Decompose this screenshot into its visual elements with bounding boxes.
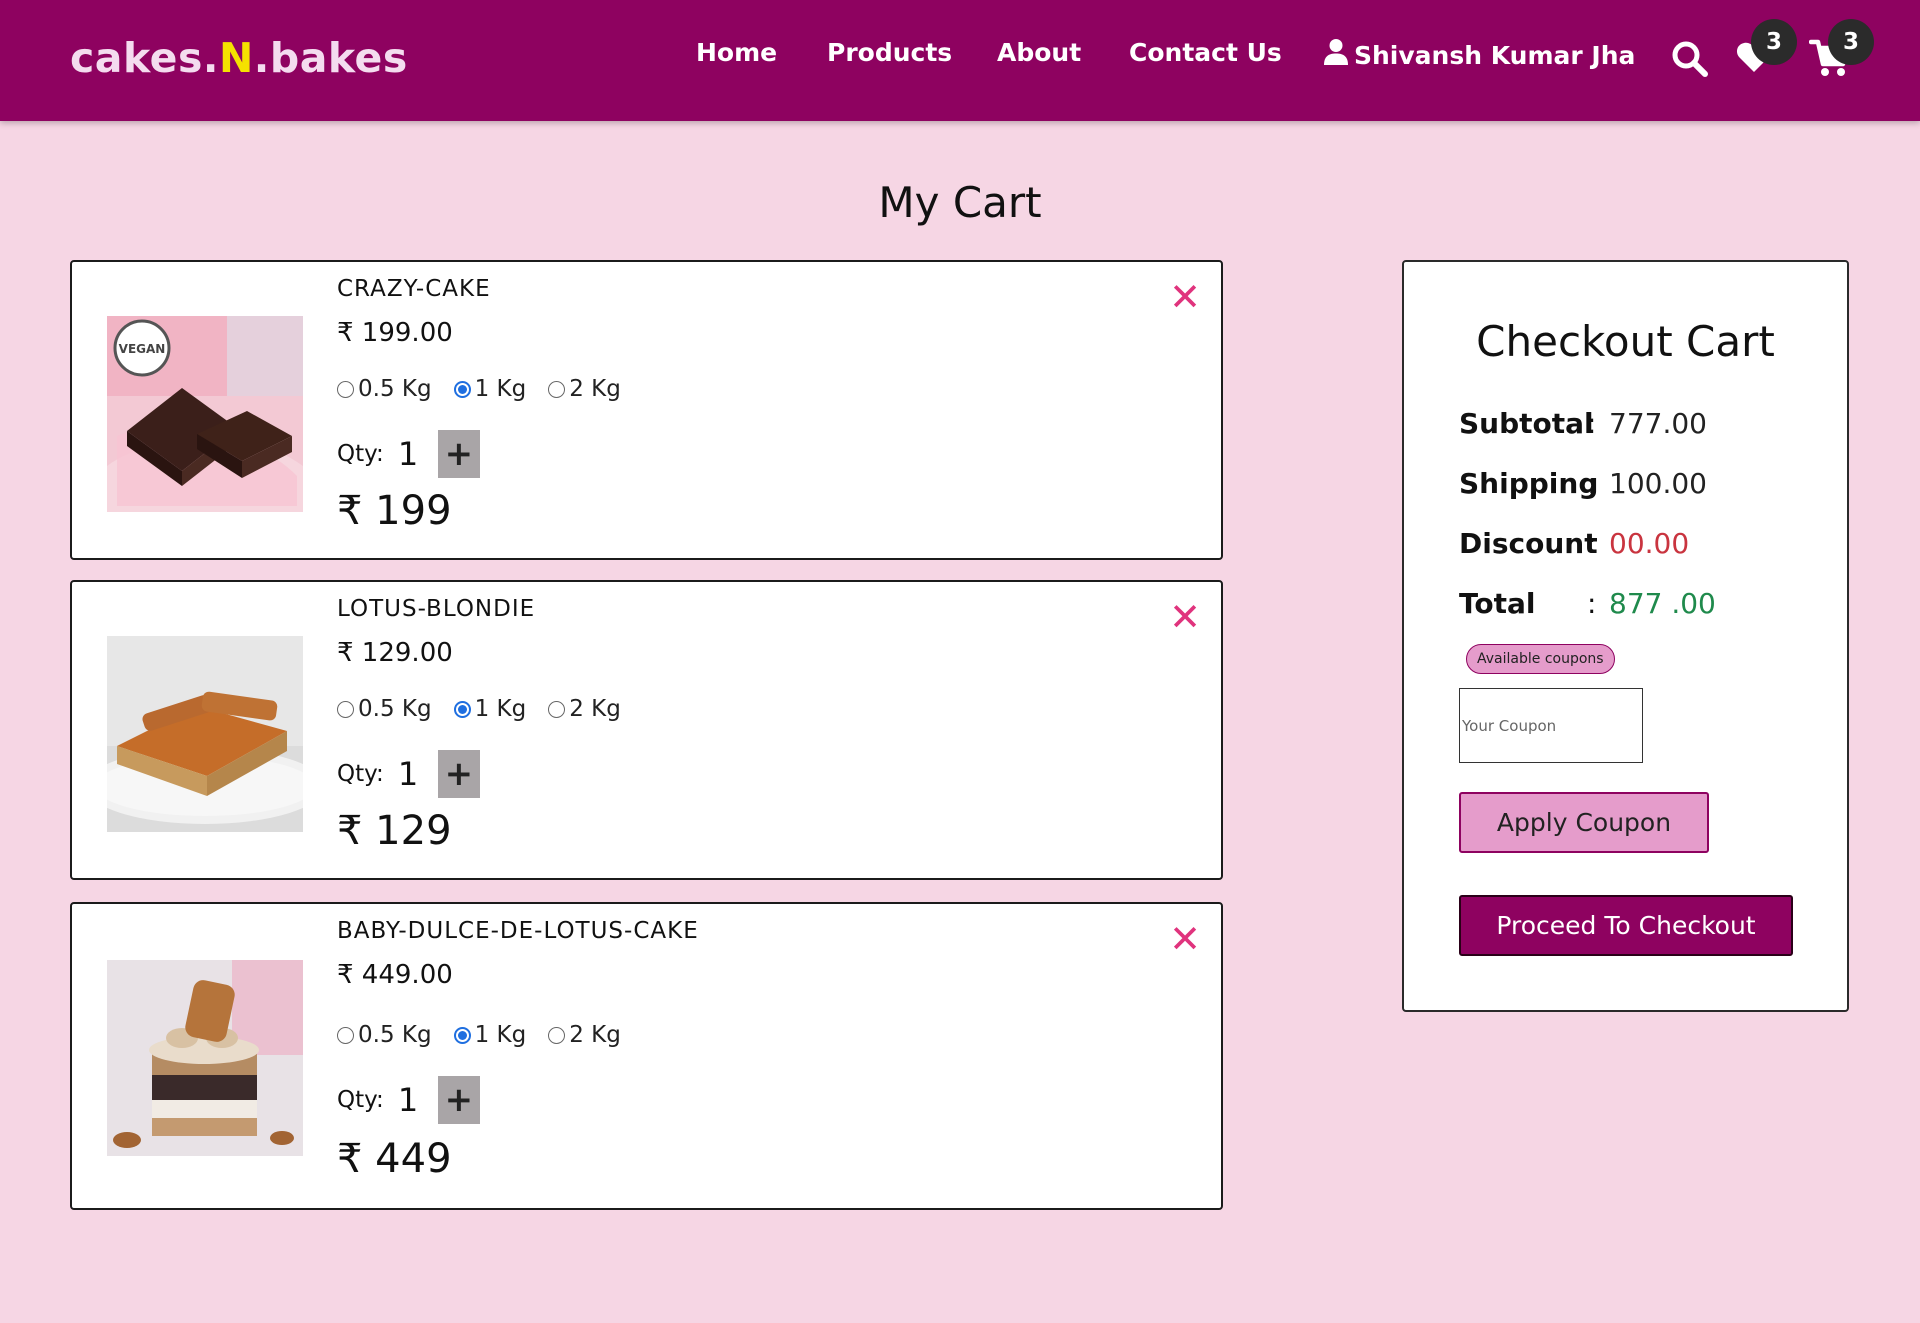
radio-button-selected[interactable] — [453, 700, 471, 718]
total-label: Total — [1459, 587, 1536, 620]
cart-count-badge: 3 — [1828, 19, 1874, 65]
product-name: CRAZY-CAKE — [337, 276, 491, 302]
svg-text:VEGAN: VEGAN — [119, 342, 166, 356]
weight-label: 2 Kg — [569, 696, 621, 722]
brand-text-part3: .bakes — [253, 34, 408, 82]
weight-option-2kg[interactable]: 2 Kg — [548, 696, 621, 722]
colon: : — [1587, 407, 1597, 440]
brand-text-part1: cakes. — [70, 34, 219, 82]
weight-label: 1 Kg — [474, 1022, 527, 1048]
discount-row: Discount : 00.00 — [1459, 527, 1689, 560]
quantity-row: Qty: 1 + — [337, 1076, 480, 1124]
cart-item: VEGAN CRAZY-CAKE ₹ 199.00 0.5 Kg 1 Kg 2 … — [70, 260, 1223, 560]
weight-label: 1 Kg — [474, 376, 527, 402]
brand-text-part2: N — [218, 34, 254, 82]
product-image-baby-dulce-de-lotus-cake[interactable] — [107, 960, 303, 1156]
weight-option-0-5kg[interactable]: 0.5 Kg — [337, 696, 432, 722]
product-price: ₹ 199.00 — [337, 318, 453, 348]
total-value: 877 .00 — [1609, 587, 1716, 620]
nav-about[interactable]: About — [997, 38, 1081, 67]
weight-options: 0.5 Kg 1 Kg 2 Kg — [337, 376, 643, 402]
product-name: LOTUS-BLONDIE — [337, 596, 536, 622]
colon: : — [1587, 527, 1597, 560]
weight-option-1kg[interactable]: 1 Kg — [453, 1022, 527, 1048]
product-image-crazy-cake[interactable]: VEGAN — [107, 316, 303, 512]
radio-button[interactable] — [337, 380, 354, 398]
discount-label: Discount — [1459, 527, 1598, 560]
quantity-row: Qty: 1 + — [337, 750, 480, 798]
user-name: Shivansh Kumar Jha — [1354, 40, 1636, 70]
search-icon[interactable] — [1671, 40, 1709, 82]
nav-contact-us[interactable]: Contact Us — [1129, 38, 1282, 67]
radio-button[interactable] — [337, 700, 354, 718]
radio-button[interactable] — [337, 1026, 354, 1044]
cart-item: BABY-DULCE-DE-LOTUS-CAKE ₹ 449.00 0.5 Kg… — [70, 902, 1223, 1210]
remove-item-close-icon[interactable]: ✕ — [1169, 920, 1201, 958]
page-title: My Cart — [878, 178, 1042, 227]
qty-label: Qty: — [337, 761, 384, 787]
weight-options: 0.5 Kg 1 Kg 2 Kg — [337, 1022, 643, 1048]
weight-label: 2 Kg — [569, 376, 621, 402]
item-total: ₹ 449 — [337, 1136, 452, 1182]
increase-qty-button[interactable]: + — [437, 430, 480, 478]
qty-value: 1 — [397, 755, 419, 793]
qty-value: 1 — [397, 1081, 419, 1119]
shipping-row: Shipping : 100.00 — [1459, 467, 1707, 500]
weight-option-2kg[interactable]: 2 Kg — [548, 376, 621, 402]
coupon-input[interactable] — [1459, 688, 1643, 763]
shipping-value: 100.00 — [1609, 467, 1707, 500]
increase-qty-button[interactable]: + — [437, 1076, 480, 1124]
remove-item-close-icon[interactable]: ✕ — [1169, 598, 1201, 636]
weight-option-2kg[interactable]: 2 Kg — [548, 1022, 621, 1048]
subtotal-row: Subtotal : 777.00 — [1459, 407, 1707, 440]
nav-user-account[interactable]: Shivansh Kumar Jha — [1324, 38, 1635, 72]
radio-button-selected[interactable] — [453, 1026, 471, 1044]
wishlist-count-badge: 3 — [1751, 19, 1797, 65]
weight-label: 1 Kg — [474, 696, 527, 722]
qty-value: 1 — [397, 435, 419, 473]
product-image-lotus-blondie[interactable] — [107, 636, 303, 832]
brand-logo[interactable]: cakes.N.bakes — [70, 34, 408, 82]
proceed-to-checkout-button[interactable]: Proceed To Checkout — [1459, 895, 1793, 956]
colon: : — [1587, 467, 1597, 500]
weight-options: 0.5 Kg 1 Kg 2 Kg — [337, 696, 643, 722]
shipping-label: Shipping — [1459, 467, 1599, 500]
subtotal-label: Subtotal — [1459, 407, 1594, 440]
colon: : — [1587, 587, 1597, 620]
quantity-row: Qty: 1 + — [337, 430, 480, 478]
increase-qty-button[interactable]: + — [437, 750, 480, 798]
weight-option-1kg[interactable]: 1 Kg — [453, 376, 527, 402]
item-total: ₹ 129 — [337, 808, 452, 854]
item-total: ₹ 199 — [337, 488, 452, 534]
weight-label: 0.5 Kg — [358, 696, 432, 722]
available-coupons-button[interactable]: Available coupons — [1466, 644, 1615, 674]
radio-button-selected[interactable] — [453, 380, 471, 398]
radio-button[interactable] — [548, 700, 566, 718]
weight-label: 2 Kg — [569, 1022, 621, 1048]
radio-button[interactable] — [548, 1026, 566, 1044]
nav-home[interactable]: Home — [696, 38, 777, 67]
weight-option-0-5kg[interactable]: 0.5 Kg — [337, 376, 432, 402]
weight-option-0-5kg[interactable]: 0.5 Kg — [337, 1022, 432, 1048]
apply-coupon-button[interactable]: Apply Coupon — [1459, 792, 1709, 853]
weight-label: 0.5 Kg — [358, 1022, 432, 1048]
subtotal-value: 777.00 — [1609, 407, 1707, 440]
checkout-panel: Checkout Cart Subtotal : 777.00 Shipping… — [1402, 260, 1849, 1012]
remove-item-close-icon[interactable]: ✕ — [1169, 278, 1201, 316]
qty-label: Qty: — [337, 441, 384, 467]
weight-label: 0.5 Kg — [358, 376, 432, 402]
cart-item: LOTUS-BLONDIE ₹ 129.00 0.5 Kg 1 Kg 2 Kg … — [70, 580, 1223, 880]
checkout-title: Checkout Cart — [1476, 317, 1775, 366]
nav-products[interactable]: Products — [827, 38, 952, 67]
discount-value: 00.00 — [1609, 527, 1690, 560]
product-name: BABY-DULCE-DE-LOTUS-CAKE — [337, 918, 699, 944]
qty-label: Qty: — [337, 1087, 384, 1113]
product-price: ₹ 129.00 — [337, 638, 453, 668]
total-row: Total : 877 .00 — [1459, 587, 1716, 620]
weight-option-1kg[interactable]: 1 Kg — [453, 696, 527, 722]
product-price: ₹ 449.00 — [337, 960, 453, 990]
user-icon — [1324, 38, 1348, 72]
navbar: cakes.N.bakes Home Products About Contac… — [0, 0, 1920, 121]
radio-button[interactable] — [548, 380, 566, 398]
